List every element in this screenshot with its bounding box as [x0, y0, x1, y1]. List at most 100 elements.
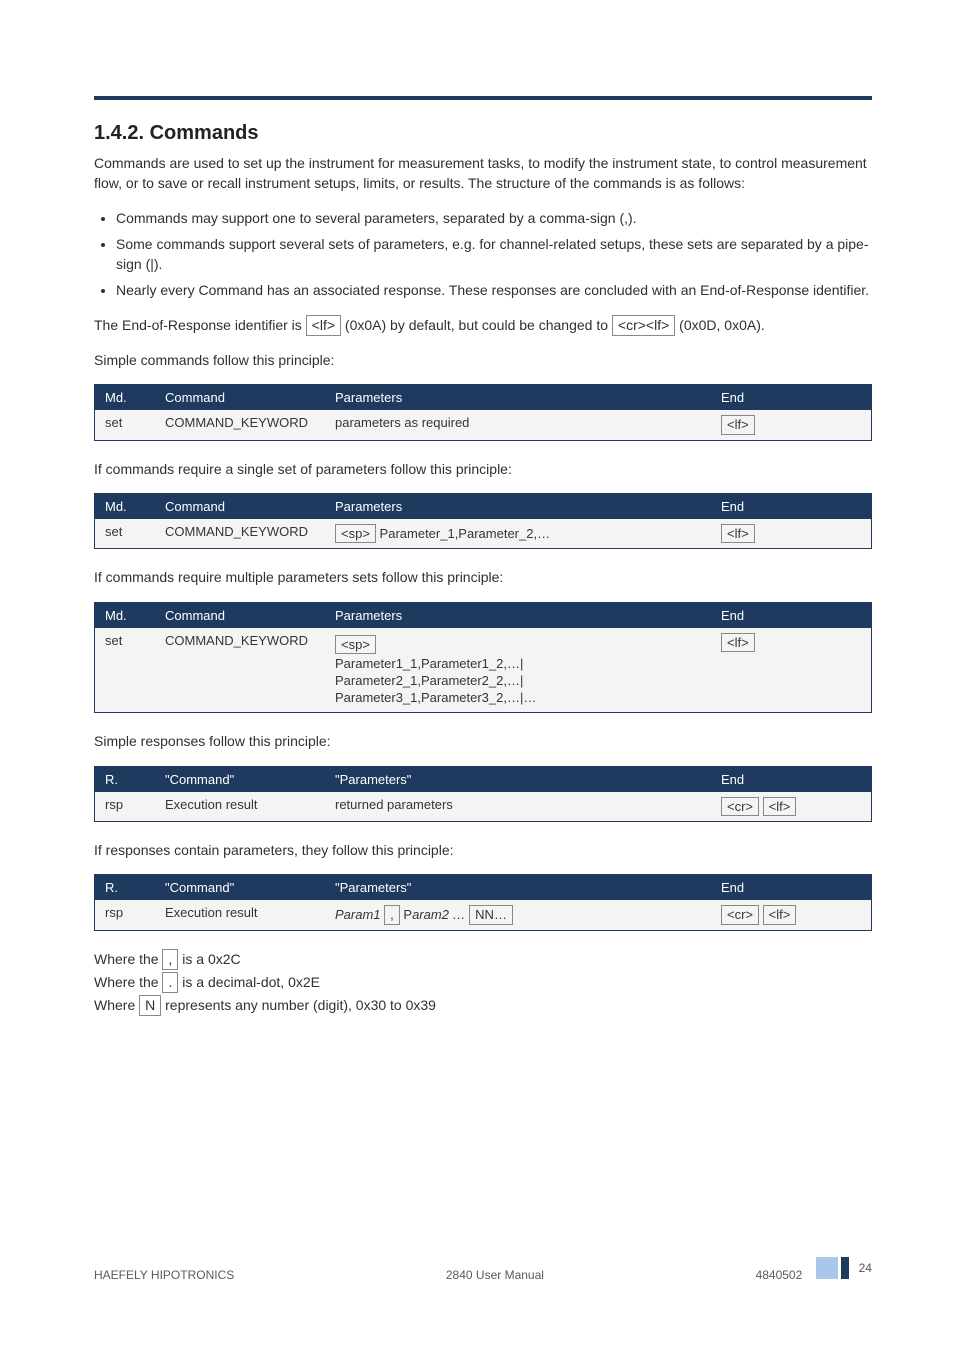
eor-post: (0x0D, 0x0A). — [679, 317, 765, 333]
param-line: Parameter1_1,Parameter1_2,…| — [335, 656, 701, 671]
footer-code: 4840502 — [756, 1268, 803, 1282]
comma-box: , — [162, 949, 178, 970]
aram2-text: aram2 … — [412, 907, 465, 922]
section-heading: 1.4.2. Commands — [94, 122, 872, 145]
th-mode: Md. — [95, 603, 155, 628]
th-params: Parameters — [325, 603, 711, 628]
param1-text: Param1 — [335, 907, 381, 922]
param-line: Parameter3_1,Parameter3_2,…|… — [335, 690, 701, 705]
th-params: "Parameters" — [325, 767, 711, 792]
list-item: Commands may support one to several para… — [116, 208, 872, 228]
table-row: rsp Execution result returned parameters… — [95, 792, 871, 822]
th-mode: R. — [95, 875, 155, 900]
list-item: Some commands support several sets of pa… — [116, 234, 872, 275]
th-mode: R. — [95, 767, 155, 792]
table-caption: If responses contain parameters, they fo… — [94, 840, 872, 860]
cell-mode: set — [95, 410, 155, 440]
page-badge: 24 — [816, 1257, 872, 1279]
response-simple-table: R. "Command" "Parameters" End rsp Execut… — [94, 766, 872, 823]
dot-box: . — [162, 972, 178, 993]
note-post: is a decimal-dot, 0x2E — [182, 974, 320, 990]
cell-params: Param1 , Param2 … NN… — [325, 900, 711, 930]
sp-box: <sp> — [335, 635, 376, 655]
note-line: Where the . is a decimal-dot, 0x2E — [94, 972, 872, 993]
cell-params: parameters as required — [325, 410, 711, 440]
lf-box: <lf> — [721, 524, 755, 544]
note-post: represents any number (digit), 0x30 to 0… — [165, 997, 436, 1013]
note-post: is a 0x2C — [182, 951, 240, 967]
note-pre: Where the — [94, 951, 162, 967]
page-content: 1.4.2. Commands Commands are used to set… — [94, 96, 872, 1018]
th-command: "Command" — [155, 875, 325, 900]
note-line: Where N represents any number (digit), 0… — [94, 995, 872, 1016]
cell-cmd: Execution result — [155, 792, 325, 822]
n-box: N — [139, 995, 161, 1016]
cell-cmd: Execution result — [155, 900, 325, 930]
sp-box: <sp> — [335, 524, 376, 544]
single-params-table: Md. Command Parameters End set COMMAND_K… — [94, 493, 872, 550]
cell-end: <lf> — [711, 519, 871, 549]
th-params: Parameters — [325, 385, 711, 410]
p-text: P — [403, 907, 412, 922]
th-end: End — [711, 603, 871, 628]
cell-mode: set — [95, 519, 155, 549]
table-caption: If commands require a single set of para… — [94, 459, 872, 479]
th-end: End — [711, 875, 871, 900]
cell-cmd: COMMAND_KEYWORD — [155, 519, 325, 549]
lf-box: <lf> — [721, 633, 755, 653]
param-line: Parameter2_1,Parameter2_2,…| — [335, 673, 701, 688]
intro-paragraph: Commands are used to set up the instrume… — [94, 153, 872, 194]
lf-box: <lf> — [721, 415, 755, 435]
footer-right: 4840502 24 — [756, 1257, 872, 1282]
cell-params: <sp> Parameter_1,Parameter_2,… — [325, 519, 711, 549]
lf-box: <lf> — [763, 905, 797, 925]
eor-mid: (0x0A) by default, but could be changed … — [345, 317, 612, 333]
notes-block: Where the , is a 0x2C Where the . is a d… — [94, 949, 872, 1016]
page-badge-light — [816, 1257, 838, 1279]
multi-params-table: Md. Command Parameters End set COMMAND_K… — [94, 602, 872, 714]
cell-params: <sp> Parameter1_1,Parameter1_2,…| Parame… — [325, 628, 711, 713]
footer-center: 2840 User Manual — [446, 1268, 544, 1282]
page-badge-dark — [841, 1257, 849, 1279]
cell-mode: rsp — [95, 900, 155, 930]
page-footer: HAEFELY HIPOTRONICS 2840 User Manual 484… — [94, 1257, 872, 1282]
note-pre: Where the — [94, 974, 162, 990]
lf-box: <lf> — [763, 797, 797, 817]
lf-box: <lf> — [306, 315, 341, 336]
cell-cmd: COMMAND_KEYWORD — [155, 628, 325, 713]
list-item: Nearly every Command has an associated r… — [116, 280, 872, 300]
table-row: set COMMAND_KEYWORD parameters as requir… — [95, 410, 871, 440]
table-caption: Simple commands follow this principle: — [94, 350, 872, 370]
th-end: End — [711, 494, 871, 519]
cell-cmd: COMMAND_KEYWORD — [155, 410, 325, 440]
th-command: Command — [155, 494, 325, 519]
crlf-box: <cr><lf> — [612, 315, 675, 336]
bullet-list: Commands may support one to several para… — [116, 208, 872, 301]
eor-pre: The End-of-Response identifier is — [94, 317, 306, 333]
th-mode: Md. — [95, 385, 155, 410]
th-mode: Md. — [95, 494, 155, 519]
page-number: 24 — [859, 1261, 872, 1275]
cr-box: <cr> — [721, 905, 759, 925]
table-caption: If commands require multiple parameters … — [94, 567, 872, 587]
th-params: Parameters — [325, 494, 711, 519]
th-end: End — [711, 385, 871, 410]
params-text: Parameter_1,Parameter_2,… — [380, 526, 551, 541]
simple-command-table: Md. Command Parameters End set COMMAND_K… — [94, 384, 872, 441]
table-row: rsp Execution result Param1 , Param2 … N… — [95, 900, 871, 930]
note-pre: Where — [94, 997, 139, 1013]
cell-mode: set — [95, 628, 155, 713]
eor-paragraph: The End-of-Response identifier is <lf> (… — [94, 315, 872, 336]
th-params: "Parameters" — [325, 875, 711, 900]
th-command: Command — [155, 385, 325, 410]
comma-box: , — [384, 905, 400, 925]
th-command: "Command" — [155, 767, 325, 792]
response-params-table: R. "Command" "Parameters" End rsp Execut… — [94, 874, 872, 931]
cr-box: <cr> — [721, 797, 759, 817]
th-command: Command — [155, 603, 325, 628]
nn-box: NN… — [469, 905, 513, 925]
cell-end: <lf> — [711, 628, 871, 713]
footer-left: HAEFELY HIPOTRONICS — [94, 1268, 234, 1282]
cell-mode: rsp — [95, 792, 155, 822]
cell-params: returned parameters — [325, 792, 711, 822]
